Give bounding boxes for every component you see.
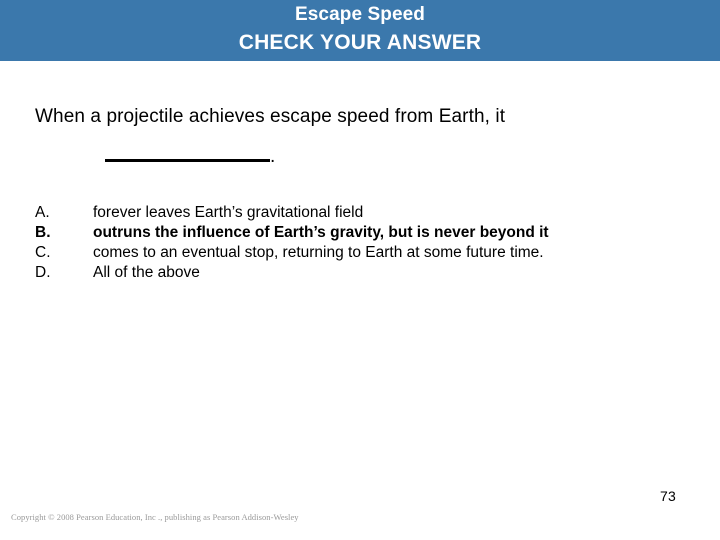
answer-option-d[interactable]: D. All of the above [35,263,685,283]
question-stem-text: When a projectile achieves escape speed … [35,106,506,127]
slide-subtitle: CHECK YOUR ANSWER [238,31,482,54]
answer-option-b-letter: B. [35,224,51,241]
answer-option-b-text: outruns the influence of Earth’s gravity… [93,224,549,241]
question-block: When a projectile achieves escape speed … [35,104,685,170]
slide-header-banner: Escape Speed CHECK YOUR ANSWER [0,0,720,61]
question-blank-period: . [270,146,276,167]
slide-page-number: 73 [660,488,676,504]
question-blank-line: . [35,144,685,170]
answer-option-d-text: All of the above [93,264,200,281]
answer-option-b[interactable]: B. outruns the influence of Earth’s grav… [35,223,685,243]
answer-option-d-letter: D. [35,264,51,281]
fill-in-blank-rule [105,146,270,162]
answer-option-a-letter: A. [35,204,50,221]
answer-option-c[interactable]: C. comes to an eventual stop, returning … [35,243,685,263]
answer-option-c-text: comes to an eventual stop, returning to … [93,244,544,261]
answer-option-a-text: forever leaves Earth’s gravitational fie… [93,204,364,221]
answer-options-list: A. forever leaves Earth’s gravitational … [35,203,685,283]
answer-option-c-letter: C. [35,244,51,261]
presentation-slide: Escape Speed CHECK YOUR ANSWER When a pr… [0,0,720,540]
copyright-notice: Copyright © 2008 Pearson Education, Inc … [11,512,299,522]
answer-option-a[interactable]: A. forever leaves Earth’s gravitational … [35,203,685,223]
slide-title: Escape Speed [294,4,426,25]
